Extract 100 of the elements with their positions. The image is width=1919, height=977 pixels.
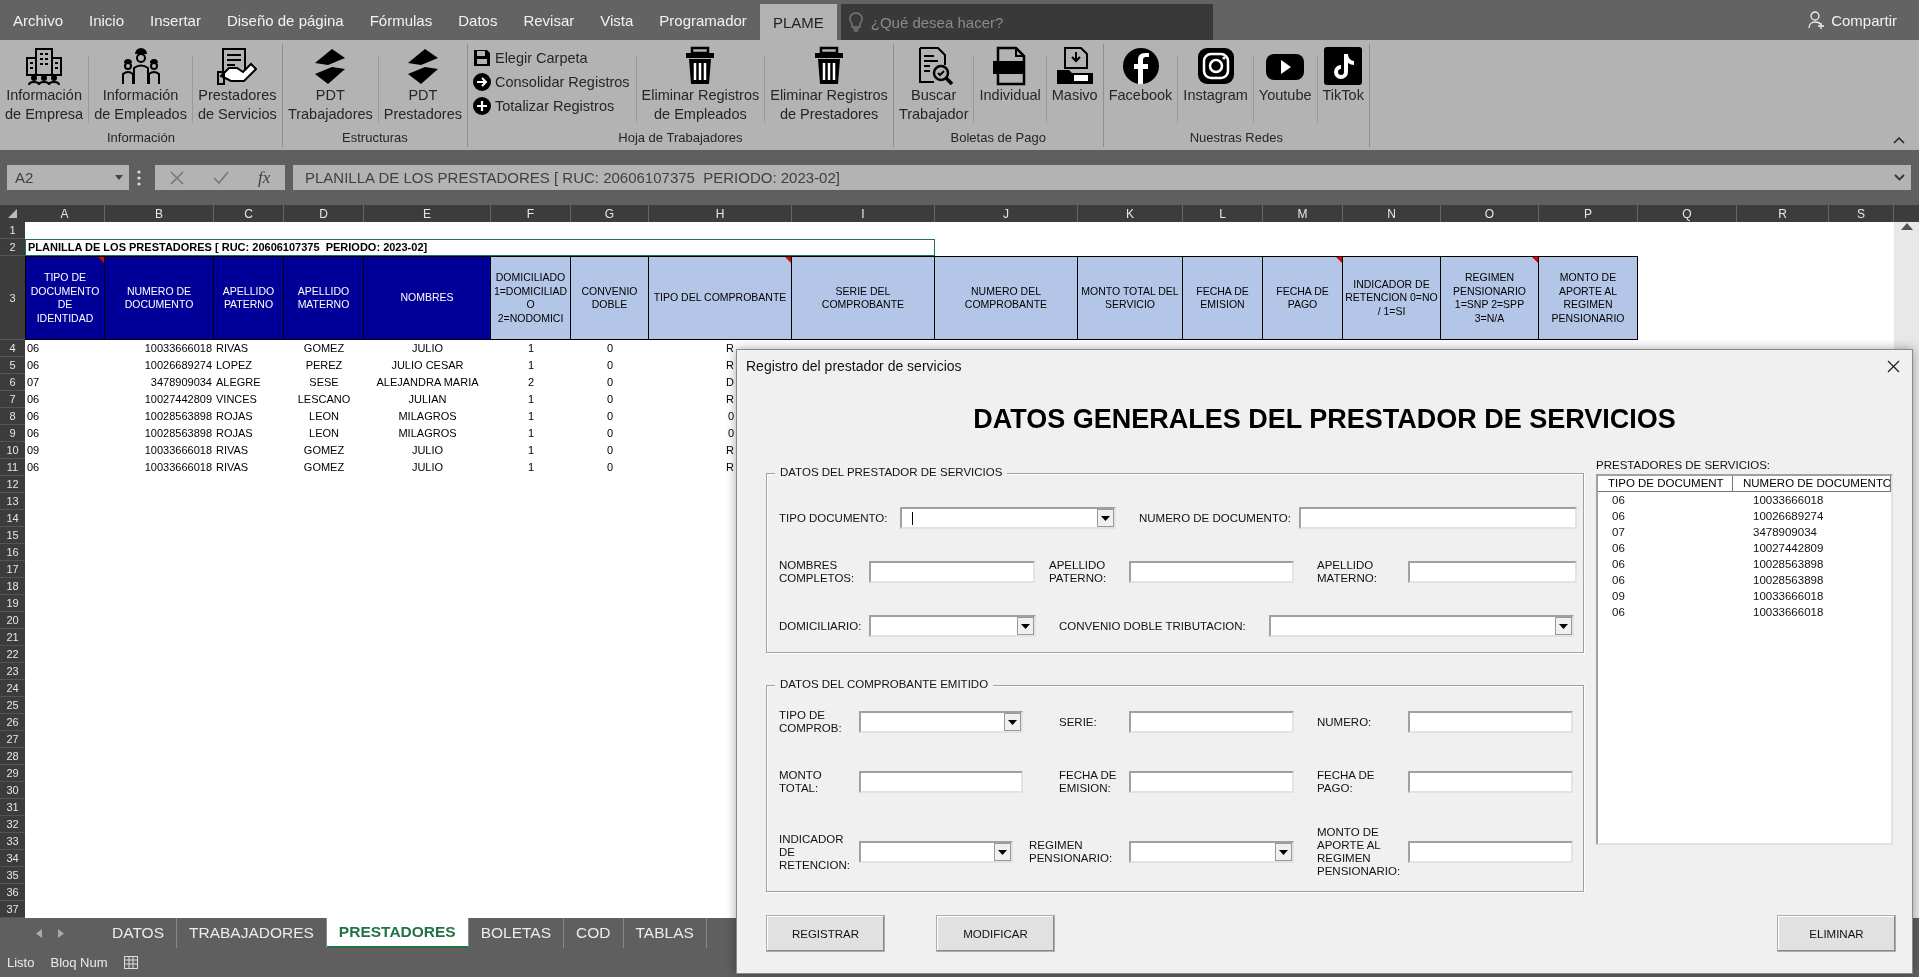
- dropdown-field[interactable]: [1269, 615, 1574, 637]
- select-all-icon[interactable]: [8, 209, 17, 218]
- column-header[interactable]: G: [571, 205, 649, 222]
- row-header[interactable]: 5: [0, 357, 25, 374]
- left-arrow-icon[interactable]: [36, 928, 42, 938]
- text-field[interactable]: [1408, 561, 1577, 583]
- column-header[interactable]: B: [105, 205, 214, 222]
- column-header[interactable]: R: [1737, 205, 1829, 222]
- column-header[interactable]: N: [1343, 205, 1441, 222]
- menu-tab[interactable]: Programador: [646, 0, 760, 40]
- row-header[interactable]: 35: [0, 867, 25, 884]
- text-field[interactable]: [869, 561, 1035, 583]
- ribbon-button[interactable]: TikTok: [1317, 44, 1369, 105]
- row-header[interactable]: 18: [0, 578, 25, 595]
- search-field[interactable]: ¿Qué desea hacer?: [840, 4, 1213, 40]
- right-arrow-icon[interactable]: [58, 928, 64, 938]
- row-header[interactable]: 1: [0, 222, 25, 239]
- row-header[interactable]: 36: [0, 884, 25, 901]
- ribbon-button[interactable]: Elegir Carpeta: [471, 47, 630, 69]
- ribbon-button[interactable]: PDT Trabajadores: [282, 44, 378, 124]
- dropdown-field[interactable]: [859, 841, 1013, 863]
- ribbon-button[interactable]: Eliminar Registros de Empleados: [636, 44, 765, 124]
- column-header[interactable]: F: [491, 205, 571, 222]
- caret-icon[interactable]: [1894, 174, 1905, 181]
- insert-function-button[interactable]: fx: [258, 167, 271, 188]
- ribbon-button[interactable]: Facebook: [1103, 44, 1178, 105]
- column-header[interactable]: O: [1441, 205, 1539, 222]
- menu-tab[interactable]: Insertar: [137, 0, 214, 40]
- list-item[interactable]: 06 10033666018: [1598, 492, 1891, 508]
- text-field[interactable]: [1299, 507, 1577, 529]
- row-header[interactable]: 29: [0, 765, 25, 782]
- dialog-button[interactable]: MODIFICAR: [936, 915, 1055, 952]
- row-header[interactable]: 10: [0, 442, 25, 459]
- ribbon-button[interactable]: Individual: [974, 44, 1046, 105]
- row-header[interactable]: 2: [0, 239, 25, 256]
- dropdown-field[interactable]: [1129, 841, 1294, 863]
- row-header[interactable]: 11: [0, 459, 25, 476]
- row-header[interactable]: 17: [0, 561, 25, 578]
- sheet-tab[interactable]: PRESTADORES: [326, 918, 469, 948]
- text-field[interactable]: [1408, 711, 1573, 733]
- dialog-button[interactable]: ELIMINAR: [1777, 915, 1896, 952]
- row-header[interactable]: 16: [0, 544, 25, 561]
- column-header[interactable]: Q: [1638, 205, 1737, 222]
- dialog-button[interactable]: REGISTRAR: [766, 915, 885, 952]
- list-item[interactable]: 06 10033666018: [1598, 604, 1891, 620]
- ribbon-button[interactable]: Instagram: [1178, 44, 1253, 105]
- header-cell[interactable]: FECHA DE EMISION: [1183, 256, 1263, 340]
- row-header[interactable]: 6: [0, 374, 25, 391]
- header-cell[interactable]: NUMERO DEL COMPROBANTE: [935, 256, 1078, 340]
- menu-tab[interactable]: Inicio: [76, 0, 138, 40]
- ribbon-button[interactable]: Prestadores de Servicios: [192, 44, 282, 124]
- row-header[interactable]: 3: [0, 256, 25, 340]
- row-header[interactable]: 23: [0, 663, 25, 680]
- column-header[interactable]: K: [1078, 205, 1183, 222]
- table-cell[interactable]: PLANILLA DE LOS PRESTADORES [ RUC: 20606107375 PERIODO: 2023-02]: [25, 239, 935, 256]
- row-header[interactable]: 9: [0, 425, 25, 442]
- menu-tab[interactable]: Datos: [445, 0, 511, 40]
- list-item[interactable]: 09 10033666018: [1598, 588, 1891, 604]
- share-button[interactable]: Compartir: [1798, 0, 1919, 40]
- dropdown-field[interactable]: [859, 711, 1023, 733]
- ribbon-button[interactable]: Masivo: [1046, 44, 1103, 105]
- row-header[interactable]: 19: [0, 595, 25, 612]
- list-item[interactable]: 06 10028563898: [1598, 556, 1891, 572]
- ribbon-button[interactable]: Información de Empleados: [89, 44, 192, 124]
- menu-tab[interactable]: Diseño de página: [213, 0, 357, 40]
- row-header[interactable]: 27: [0, 731, 25, 748]
- column-header[interactable]: D: [284, 205, 364, 222]
- dropdown-field[interactable]: [900, 507, 1116, 529]
- row-header[interactable]: 4: [0, 340, 25, 357]
- ribbon-button[interactable]: Youtube: [1253, 44, 1317, 105]
- menu-tab[interactable]: Fórmulas: [356, 0, 446, 40]
- column-header[interactable]: P: [1539, 205, 1638, 222]
- menu-tab[interactable]: PLAME: [759, 4, 837, 40]
- column-header[interactable]: L: [1183, 205, 1263, 222]
- menu-tab[interactable]: Revisar: [510, 0, 588, 40]
- column-header[interactable]: M: [1263, 205, 1343, 222]
- check-icon[interactable]: [212, 170, 229, 185]
- row-header[interactable]: 20: [0, 612, 25, 629]
- row-header[interactable]: 31: [0, 799, 25, 816]
- row-header[interactable]: 30: [0, 782, 25, 799]
- ribbon-button[interactable]: Consolidar Registros: [471, 71, 630, 93]
- caret-icon[interactable]: [1893, 136, 1905, 144]
- ribbon-button[interactable]: Buscar Trabajador: [893, 44, 974, 124]
- list-item[interactable]: 06 10027442809: [1598, 540, 1891, 556]
- column-header[interactable]: I: [792, 205, 935, 222]
- row-header[interactable]: 13: [0, 493, 25, 510]
- row-header[interactable]: 37: [0, 901, 25, 918]
- header-cell[interactable]: DOMICILIADO 1=DOMICILIADO 2=NODOMICI: [491, 256, 571, 340]
- list-item[interactable]: 06 10028563898: [1598, 572, 1891, 588]
- text-field[interactable]: [1408, 841, 1573, 863]
- row-header[interactable]: 15: [0, 527, 25, 544]
- header-cell[interactable]: FECHA DE PAGO: [1263, 256, 1343, 340]
- list-item[interactable]: 06 10026689274: [1598, 508, 1891, 524]
- header-cell[interactable]: NUMERO DE DOCUMENTO: [105, 256, 214, 340]
- row-header[interactable]: 32: [0, 816, 25, 833]
- text-field[interactable]: [859, 771, 1023, 793]
- row-header[interactable]: 22: [0, 646, 25, 663]
- up-arrow-icon[interactable]: [1900, 222, 1913, 230]
- name-box[interactable]: A2: [7, 165, 129, 190]
- row-header[interactable]: 21: [0, 629, 25, 646]
